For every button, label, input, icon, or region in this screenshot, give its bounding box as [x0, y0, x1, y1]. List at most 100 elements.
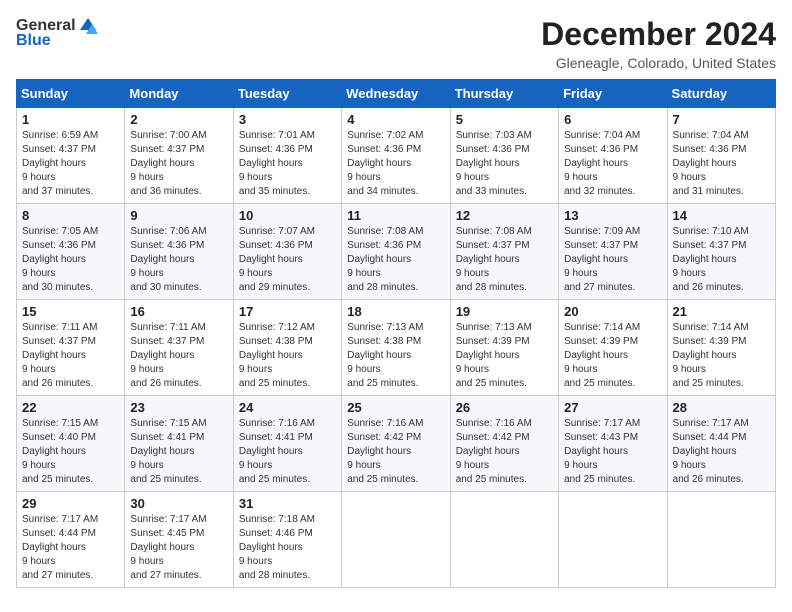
day-number: 9 [130, 208, 227, 223]
day-number: 2 [130, 112, 227, 127]
day-info: Sunrise: 7:11 AMSunset: 4:37 PMDaylight … [130, 321, 227, 391]
day-number: 10 [239, 208, 336, 223]
day-info: Sunrise: 7:04 AMSunset: 4:36 PMDaylight … [673, 129, 770, 199]
calendar-cell: 2 Sunrise: 7:00 AMSunset: 4:37 PMDaylight… [125, 108, 233, 204]
day-number: 16 [130, 304, 227, 319]
day-number: 3 [239, 112, 336, 127]
calendar-cell: 31 Sunrise: 7:18 AMSunset: 4:46 PMDayligh… [233, 492, 341, 588]
calendar-cell: 18Sunrise: 7:13 AMSunset: 4:38 PMDayligh… [342, 300, 450, 396]
weekday-header: Thursday [450, 80, 558, 108]
calendar-cell: 20 Sunrise: 7:14 AMSunset: 4:39 PMDayligh… [559, 300, 667, 396]
day-number: 12 [456, 208, 553, 223]
day-info: Sunrise: 7:11 AMSunset: 4:37 PMDaylight … [22, 321, 119, 391]
calendar-cell: 5 Sunrise: 7:03 AMSunset: 4:36 PMDaylight… [450, 108, 558, 204]
calendar-cell [559, 492, 667, 588]
day-number: 6 [564, 112, 661, 127]
day-info: Sunrise: 7:18 AMSunset: 4:46 PMDaylight … [239, 513, 336, 583]
day-number: 20 [564, 304, 661, 319]
logo: General Blue [16, 16, 98, 50]
calendar-cell: 7 Sunrise: 7:04 AMSunset: 4:36 PMDaylight… [667, 108, 775, 204]
day-number: 4 [347, 112, 444, 127]
calendar-cell: 1Sunrise: 6:59 AMSunset: 4:37 PMDaylight… [17, 108, 125, 204]
calendar-week-row: 8 Sunrise: 7:05 AMSunset: 4:36 PMDaylight… [17, 204, 776, 300]
day-info: Sunrise: 7:04 AMSunset: 4:36 PMDaylight … [564, 129, 661, 199]
weekday-header: Monday [125, 80, 233, 108]
day-number: 28 [673, 400, 770, 415]
calendar-cell [667, 492, 775, 588]
day-number: 25 [347, 400, 444, 415]
day-number: 29 [22, 496, 119, 511]
calendar-cell: 21Sunrise: 7:14 AMSunset: 4:39 PMDayligh… [667, 300, 775, 396]
day-info: Sunrise: 7:14 AMSunset: 4:39 PMDaylight … [564, 321, 661, 391]
day-number: 22 [22, 400, 119, 415]
day-number: 19 [456, 304, 553, 319]
day-info: Sunrise: 7:09 AMSunset: 4:37 PMDaylight … [564, 225, 661, 295]
day-number: 21 [673, 304, 770, 319]
day-number: 8 [22, 208, 119, 223]
day-info: Sunrise: 7:15 AMSunset: 4:41 PMDaylight … [130, 417, 227, 487]
day-info: Sunrise: 7:10 AMSunset: 4:37 PMDaylight … [673, 225, 770, 295]
day-info: Sunrise: 7:16 AMSunset: 4:42 PMDaylight … [456, 417, 553, 487]
day-info: Sunrise: 7:01 AMSunset: 4:36 PMDaylight … [239, 129, 336, 199]
day-info: Sunrise: 7:12 AMSunset: 4:38 PMDaylight … [239, 321, 336, 391]
day-number: 17 [239, 304, 336, 319]
calendar-week-row: 29Sunrise: 7:17 AMSunset: 4:44 PMDayligh… [17, 492, 776, 588]
calendar-cell: 14 Sunrise: 7:10 AMSunset: 4:37 PMDayligh… [667, 204, 775, 300]
calendar-cell: 19 Sunrise: 7:13 AMSunset: 4:39 PMDayligh… [450, 300, 558, 396]
day-number: 11 [347, 208, 444, 223]
day-info: Sunrise: 6:59 AMSunset: 4:37 PMDaylight … [22, 129, 119, 199]
day-info: Sunrise: 7:16 AMSunset: 4:41 PMDaylight … [239, 417, 336, 487]
day-number: 30 [130, 496, 227, 511]
month-title: December 2024 [541, 16, 776, 53]
title-block: December 2024 Gleneagle, Colorado, Unite… [541, 16, 776, 71]
day-number: 23 [130, 400, 227, 415]
weekday-header: Friday [559, 80, 667, 108]
calendar-cell [450, 492, 558, 588]
day-info: Sunrise: 7:15 AMSunset: 4:40 PMDaylight … [22, 417, 119, 487]
day-info: Sunrise: 7:08 AMSunset: 4:36 PMDaylight … [347, 225, 444, 295]
day-info: Sunrise: 7:16 AMSunset: 4:42 PMDaylight … [347, 417, 444, 487]
calendar-cell: 9 Sunrise: 7:06 AMSunset: 4:36 PMDaylight… [125, 204, 233, 300]
day-info: Sunrise: 7:05 AMSunset: 4:36 PMDaylight … [22, 225, 119, 295]
day-info: Sunrise: 7:00 AMSunset: 4:37 PMDaylight … [130, 129, 227, 199]
day-number: 26 [456, 400, 553, 415]
logo-icon [78, 16, 98, 36]
day-number: 31 [239, 496, 336, 511]
day-info: Sunrise: 7:17 AMSunset: 4:45 PMDaylight … [130, 513, 227, 583]
calendar-cell [342, 492, 450, 588]
calendar-cell: 15Sunrise: 7:11 AMSunset: 4:37 PMDayligh… [17, 300, 125, 396]
day-info: Sunrise: 7:07 AMSunset: 4:36 PMDaylight … [239, 225, 336, 295]
day-info: Sunrise: 7:17 AMSunset: 4:43 PMDaylight … [564, 417, 661, 487]
day-info: Sunrise: 7:17 AMSunset: 4:44 PMDaylight … [673, 417, 770, 487]
weekday-header: Sunday [17, 80, 125, 108]
day-number: 13 [564, 208, 661, 223]
calendar-cell: 27Sunrise: 7:17 AMSunset: 4:43 PMDayligh… [559, 396, 667, 492]
weekday-header: Wednesday [342, 80, 450, 108]
day-info: Sunrise: 7:02 AMSunset: 4:36 PMDaylight … [347, 129, 444, 199]
calendar-cell: 16 Sunrise: 7:11 AMSunset: 4:37 PMDayligh… [125, 300, 233, 396]
calendar-week-row: 1Sunrise: 6:59 AMSunset: 4:37 PMDaylight… [17, 108, 776, 204]
day-number: 5 [456, 112, 553, 127]
calendar-cell: 10 Sunrise: 7:07 AMSunset: 4:36 PMDayligh… [233, 204, 341, 300]
calendar-cell: 28 Sunrise: 7:17 AMSunset: 4:44 PMDayligh… [667, 396, 775, 492]
calendar-cell: 26 Sunrise: 7:16 AMSunset: 4:42 PMDayligh… [450, 396, 558, 492]
calendar-cell: 3 Sunrise: 7:01 AMSunset: 4:36 PMDaylight… [233, 108, 341, 204]
day-number: 7 [673, 112, 770, 127]
calendar-cell: 17 Sunrise: 7:12 AMSunset: 4:38 PMDayligh… [233, 300, 341, 396]
calendar-cell: 30 Sunrise: 7:17 AMSunset: 4:45 PMDayligh… [125, 492, 233, 588]
location: Gleneagle, Colorado, United States [541, 55, 776, 71]
calendar-cell: 12Sunrise: 7:08 AMSunset: 4:37 PMDayligh… [450, 204, 558, 300]
calendar-cell: 29Sunrise: 7:17 AMSunset: 4:44 PMDayligh… [17, 492, 125, 588]
weekday-header: Tuesday [233, 80, 341, 108]
calendar-cell: 6 Sunrise: 7:04 AMSunset: 4:36 PMDaylight… [559, 108, 667, 204]
calendar-cell: 24Sunrise: 7:16 AMSunset: 4:41 PMDayligh… [233, 396, 341, 492]
calendar-cell: 13 Sunrise: 7:09 AMSunset: 4:37 PMDayligh… [559, 204, 667, 300]
day-info: Sunrise: 7:03 AMSunset: 4:36 PMDaylight … [456, 129, 553, 199]
day-number: 18 [347, 304, 444, 319]
day-info: Sunrise: 7:13 AMSunset: 4:39 PMDaylight … [456, 321, 553, 391]
day-info: Sunrise: 7:06 AMSunset: 4:36 PMDaylight … [130, 225, 227, 295]
logo-blue: Blue [16, 32, 51, 50]
calendar-table: SundayMondayTuesdayWednesdayThursdayFrid… [16, 79, 776, 588]
day-number: 14 [673, 208, 770, 223]
calendar-cell: 25 Sunrise: 7:16 AMSunset: 4:42 PMDayligh… [342, 396, 450, 492]
